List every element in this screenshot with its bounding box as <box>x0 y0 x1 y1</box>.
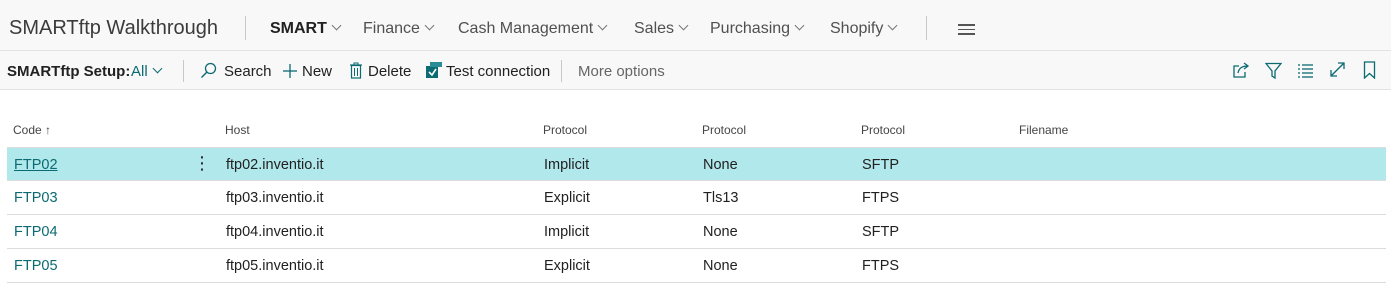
app-title: SMARTftp Walkthrough <box>9 17 218 39</box>
cell-host: ftp04.inventio.it <box>226 224 324 240</box>
bookmark-icon[interactable] <box>1363 61 1376 79</box>
table-row[interactable]: FTP02 ⋮ ftp02.inventio.it Implicit None … <box>7 147 1386 181</box>
cell-protocol-2: None <box>703 258 738 274</box>
cell-protocol-1: Implicit <box>544 224 590 240</box>
action-bar: SMARTftp Setup: All Search New Delete Te… <box>0 51 1391 90</box>
nav-item-label: Sales <box>634 20 675 37</box>
chevron-down-icon <box>152 63 163 74</box>
cell-code[interactable]: FTP02 <box>14 157 58 173</box>
test-connection-icon <box>426 62 442 78</box>
chevron-down-icon <box>331 20 342 31</box>
nav-item-label: Shopify <box>830 20 884 37</box>
nav-item-sales[interactable]: Sales <box>634 20 689 38</box>
nav-item-label: Cash Management <box>458 20 594 37</box>
cell-protocol-1: Explicit <box>544 258 590 274</box>
new-button[interactable]: New <box>302 63 332 80</box>
cell-host: ftp02.inventio.it <box>226 157 324 173</box>
nav-item-label: Finance <box>363 20 420 37</box>
cell-protocol-3: SFTP <box>862 157 900 173</box>
nav-item-shopify[interactable]: Shopify <box>830 20 898 38</box>
nav-item-finance[interactable]: Finance <box>363 20 435 38</box>
delete-button[interactable]: Delete <box>368 63 411 80</box>
column-header-protocol[interactable]: Protocol <box>861 123 905 137</box>
cell-host: ftp03.inventio.it <box>226 190 324 206</box>
nav-item-label: SMART <box>270 20 327 37</box>
page-label: SMARTftp Setup: <box>7 63 131 80</box>
nav-item-label: Purchasing <box>710 20 791 37</box>
nav-divider <box>245 16 246 40</box>
row-actions-icon[interactable]: ⋮ <box>193 154 211 172</box>
column-header-protocol[interactable]: Protocol <box>702 123 746 137</box>
view-filter-dropdown[interactable]: All <box>131 63 163 80</box>
cell-protocol-3: FTPS <box>862 190 900 206</box>
trash-icon <box>350 62 362 79</box>
cell-code[interactable]: FTP05 <box>14 258 58 274</box>
chevron-down-icon <box>887 20 898 31</box>
more-options-button[interactable]: More options <box>578 63 665 80</box>
cell-protocol-2: None <box>703 157 738 173</box>
cell-protocol-3: FTPS <box>862 258 900 274</box>
cell-code[interactable]: FTP03 <box>14 190 58 206</box>
chevron-down-icon <box>597 20 608 31</box>
cell-protocol-2: Tls13 <box>703 190 739 206</box>
cell-protocol-1: Explicit <box>544 190 590 206</box>
cell-host: ftp05.inventio.it <box>226 258 324 274</box>
nav-item-smart[interactable]: SMART <box>270 20 342 38</box>
cell-code[interactable]: FTP04 <box>14 224 58 240</box>
cell-protocol-2: None <box>703 224 738 240</box>
chevron-down-icon <box>678 20 689 31</box>
nav-item-cash-management[interactable]: Cash Management <box>458 20 608 38</box>
chevron-down-icon <box>424 20 435 31</box>
toolbar-divider <box>561 60 562 82</box>
column-header-code[interactable]: Code ↑ <box>13 123 51 137</box>
table-row[interactable]: FTP05 ftp05.inventio.it Explicit None FT… <box>7 249 1386 283</box>
column-header-protocol[interactable]: Protocol <box>543 123 587 137</box>
search-icon <box>201 62 217 78</box>
column-header-filename[interactable]: Filename <box>1019 123 1068 137</box>
search-button[interactable]: Search <box>224 63 272 80</box>
share-icon[interactable] <box>1232 61 1250 79</box>
list-icon[interactable] <box>1297 63 1314 78</box>
plus-icon <box>283 64 297 78</box>
nav-divider <box>926 16 927 40</box>
column-header-host[interactable]: Host <box>225 123 250 137</box>
expand-icon[interactable] <box>1329 61 1346 78</box>
view-filter-value: All <box>131 63 148 80</box>
hamburger-icon[interactable] <box>958 24 975 38</box>
top-nav: SMARTftp Walkthrough SMART Finance Cash … <box>0 0 1391 51</box>
cell-protocol-3: SFTP <box>862 224 900 240</box>
table-row[interactable]: FTP03 ftp03.inventio.it Explicit Tls13 F… <box>7 181 1386 215</box>
toolbar-divider <box>183 60 184 82</box>
chevron-down-icon <box>794 20 805 31</box>
test-connection-button[interactable]: Test connection <box>446 63 550 80</box>
cell-protocol-1: Implicit <box>544 157 590 173</box>
filter-icon[interactable] <box>1265 62 1282 79</box>
table-row[interactable]: FTP04 ftp04.inventio.it Implicit None SF… <box>7 215 1386 249</box>
nav-item-purchasing[interactable]: Purchasing <box>710 20 805 38</box>
